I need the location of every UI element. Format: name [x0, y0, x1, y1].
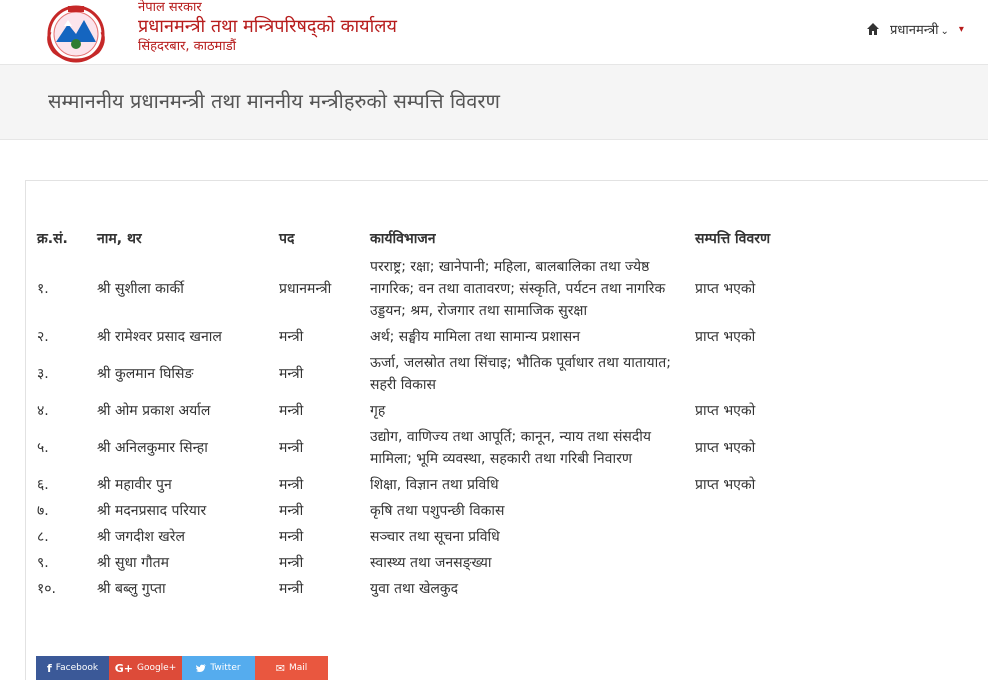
- google-plus-icon: G+: [114, 661, 133, 675]
- cell-serial: ८.: [37, 529, 49, 545]
- cell-position: मन्त्री: [279, 529, 304, 545]
- col-header-asset-status: सम्पत्ति विवरण: [695, 231, 771, 247]
- cell-portfolio: स्वास्थ्य तथा जनसङ्ख्या: [370, 555, 492, 571]
- table-row: ६. श्री महावीर पुन मन्त्री शिक्षा, विज्ञ…: [37, 472, 855, 498]
- twitter-share-button[interactable]: Twitter: [182, 656, 255, 680]
- cell-serial: ६.: [37, 477, 49, 493]
- cell-portfolio: शिक्षा, विज्ञान तथा प्रविधि: [370, 477, 499, 493]
- nepal-emblem-logo[interactable]: [40, 2, 112, 64]
- mail-share-button[interactable]: ✉ Mail: [255, 656, 328, 680]
- page-title-band: सम्माननीय प्रधानमन्त्री तथा माननीय मन्त्…: [0, 64, 988, 140]
- col-header-portfolio: कार्यविभाजन: [370, 231, 436, 247]
- cell-position: मन्त्री: [279, 403, 304, 419]
- cell-serial: ४.: [37, 403, 49, 419]
- cell-position: मन्त्री: [279, 503, 304, 519]
- nav-item-prime-minister[interactable]: प्रधानमन्त्री ⌄: [890, 20, 949, 38]
- cell-asset-status[interactable]: प्राप्त भएको: [695, 424, 855, 472]
- org-line-government: नेपाल सरकार: [138, 0, 202, 15]
- mail-share-label: Mail: [288, 663, 308, 673]
- cell-position: मन्त्री: [279, 555, 304, 571]
- home-icon[interactable]: [866, 22, 880, 36]
- cell-name: श्री कुलमान घिसिङ: [97, 366, 194, 382]
- page-title: सम्माननीय प्रधानमन्त्री तथा माननीय मन्त्…: [48, 89, 501, 113]
- table-row: १०. श्री बब्लु गुप्ता मन्त्री युवा तथा ख…: [37, 576, 855, 602]
- cell-serial: २.: [37, 329, 49, 345]
- facebook-share-button[interactable]: f Facebook: [36, 656, 109, 680]
- cell-serial: १.: [37, 281, 49, 297]
- cell-serial: ३.: [37, 366, 49, 382]
- cell-name: श्री सुशीला कार्की: [97, 281, 184, 297]
- cell-portfolio: अर्थ; सङ्घीय मामिला तथा सामान्य प्रशासन: [370, 329, 581, 345]
- table-row: २. श्री रामेश्वर प्रसाद खनाल मन्त्री अर्…: [37, 324, 855, 350]
- cell-name: श्री मदनप्रसाद परियार: [97, 503, 207, 519]
- cell-serial: ९.: [37, 555, 49, 571]
- cell-position: मन्त्री: [279, 581, 304, 597]
- cell-position: मन्त्री: [279, 366, 304, 382]
- cell-name: श्री जगदीश खरेल: [97, 529, 185, 545]
- cell-asset-status[interactable]: प्राप्त भएको: [695, 398, 855, 424]
- assets-table: क्र.सं. नाम, थर पद कार्यविभाजन सम्पत्ति …: [37, 225, 855, 602]
- cell-name: श्री ओम प्रकाश अर्याल: [97, 403, 211, 419]
- table-row: १. श्री सुशीला कार्की प्रधानमन्त्री पररा…: [37, 254, 855, 324]
- table-row: ३. श्री कुलमान घिसिङ मन्त्री ऊर्जा, जलस्…: [37, 350, 855, 398]
- cell-serial: ५.: [37, 440, 49, 456]
- cell-name: श्री बब्लु गुप्ता: [97, 581, 166, 597]
- chevron-down-icon: ⌄: [940, 26, 949, 37]
- cell-asset-status: [695, 576, 855, 602]
- facebook-share-label: Facebook: [55, 663, 99, 673]
- cell-portfolio: युवा तथा खेलकुद: [370, 581, 459, 597]
- org-line-office[interactable]: प्रधानमन्त्री तथा मन्त्रिपरिषद्को कार्या…: [138, 16, 397, 39]
- cell-name: श्री महावीर पुन: [97, 477, 172, 493]
- google-share-button[interactable]: G+ Google+: [109, 656, 182, 680]
- cell-asset-status[interactable]: प्राप्त भएको: [695, 472, 855, 498]
- org-line-address: सिंहदरबार, काठमाडौं: [138, 38, 237, 54]
- cell-asset-status: [695, 550, 855, 576]
- cell-portfolio: उद्योग, वाणिज्य तथा आपूर्ति; कानून, न्या…: [370, 429, 652, 467]
- col-header-name: नाम, थर: [97, 231, 142, 247]
- cell-portfolio: सञ्चार तथा सूचना प्रविधि: [370, 529, 500, 545]
- cell-position: मन्त्री: [279, 440, 304, 456]
- table-header-row: क्र.सं. नाम, थर पद कार्यविभाजन सम्पत्ति …: [37, 225, 855, 254]
- cell-name: श्री रामेश्वर प्रसाद खनाल: [97, 329, 222, 345]
- cell-position: मन्त्री: [279, 329, 304, 345]
- col-header-serial: क्र.सं.: [37, 231, 68, 247]
- share-bar: f Facebook G+ Google+ Twitter ✉ Mail: [36, 656, 328, 680]
- twitter-share-label: Twitter: [210, 663, 241, 673]
- cell-asset-status[interactable]: प्राप्त भएको: [695, 254, 855, 324]
- content-panel: क्र.सं. नाम, थर पद कार्यविभाजन सम्पत्ति …: [25, 180, 988, 680]
- cell-portfolio: कृषि तथा पशुपन्छी विकास: [370, 503, 505, 519]
- cell-name: श्री सुधा गौतम: [97, 555, 169, 571]
- site-header: नेपाल सरकार प्रधानमन्त्री तथा मन्त्रिपरि…: [0, 0, 988, 64]
- cell-portfolio: परराष्ट्र; रक्षा; खानेपानी; महिला, बालबा…: [370, 259, 666, 319]
- cell-asset-status: [695, 350, 855, 398]
- cell-portfolio: गृह: [370, 403, 386, 419]
- google-share-label: Google+: [136, 663, 177, 673]
- cell-asset-status: [695, 498, 855, 524]
- cell-serial: ७.: [37, 503, 49, 519]
- cell-asset-status[interactable]: प्राप्त भएको: [695, 324, 855, 350]
- cell-position: मन्त्री: [279, 477, 304, 493]
- cell-position: प्रधानमन्त्री: [279, 281, 332, 297]
- col-header-position: पद: [279, 231, 295, 247]
- mail-icon: ✉: [275, 661, 285, 675]
- facebook-icon: f: [46, 661, 52, 675]
- table-row: ७. श्री मदनप्रसाद परियार मन्त्री कृषि तथ…: [37, 498, 855, 524]
- cell-name: श्री अनिलकुमार सिन्हा: [97, 440, 208, 456]
- table-row: ९. श्री सुधा गौतम मन्त्री स्वास्थ्य तथा …: [37, 550, 855, 576]
- cell-asset-status: [695, 524, 855, 550]
- cell-portfolio: ऊर्जा, जलस्रोत तथा सिंचाइ; भौतिक पूर्वाध…: [370, 355, 671, 393]
- nav-more-icon[interactable]: ▾: [959, 24, 964, 35]
- twitter-icon: [196, 663, 207, 672]
- top-nav: प्रधानमन्त्री ⌄ ▾: [866, 20, 964, 38]
- cell-serial: १०.: [37, 581, 57, 597]
- table-row: ८. श्री जगदीश खरेल मन्त्री सञ्चार तथा सू…: [37, 524, 855, 550]
- table-row: ४. श्री ओम प्रकाश अर्याल मन्त्री गृह प्र…: [37, 398, 855, 424]
- organization-name: नेपाल सरकार प्रधानमन्त्री तथा मन्त्रिपरि…: [138, 0, 397, 55]
- nav-item-label: प्रधानमन्त्री: [890, 23, 939, 38]
- table-row: ५. श्री अनिलकुमार सिन्हा मन्त्री उद्योग,…: [37, 424, 855, 472]
